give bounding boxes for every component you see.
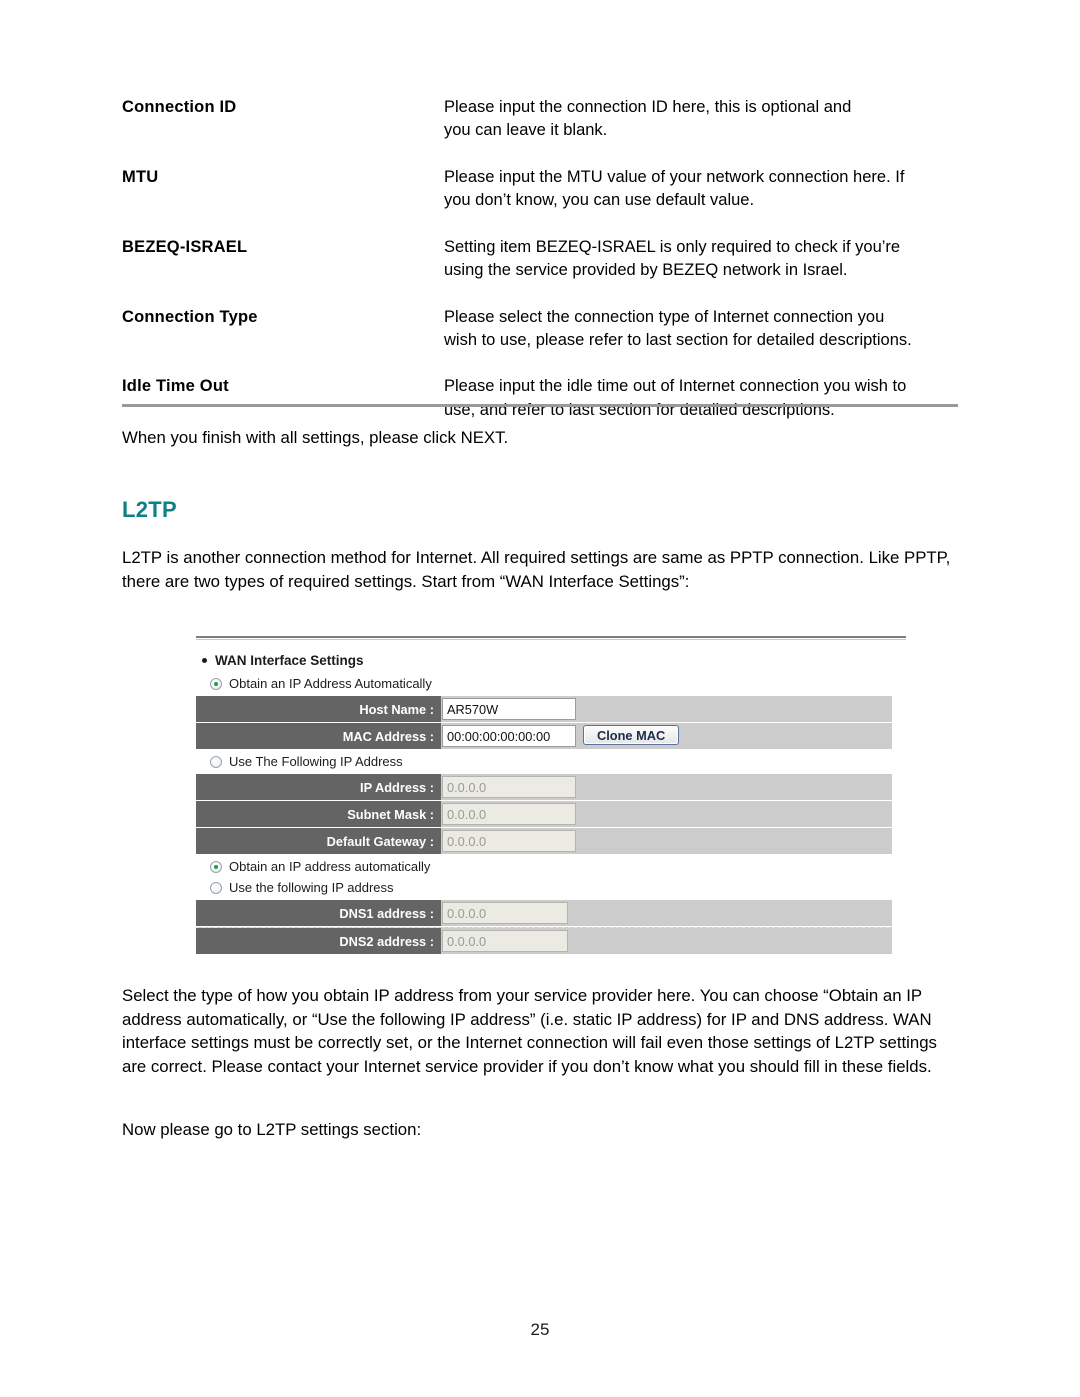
subnet-mask-label: Subnet Mask : [196, 801, 441, 827]
radio-label: Use The Following IP Address [229, 754, 403, 769]
definition-row: Idle Time Out Please input the idle time… [122, 375, 960, 422]
definition-term: Idle Time Out [122, 377, 229, 396]
definition-row: MTU Please input the MTU value of your n… [122, 166, 960, 213]
radio-unselected-icon[interactable] [210, 881, 222, 894]
mac-address-input[interactable]: 00:00:00:00:00:00 [442, 725, 576, 747]
ip-address-input[interactable]: 0.0.0.0 [442, 776, 576, 798]
radio-obtain-ip-automatically-lower[interactable]: Obtain an IP address automatically [210, 858, 908, 875]
host-name-label: Host Name : [196, 696, 441, 722]
definition-description: Please select the connection type of Int… [444, 307, 912, 349]
field-tail [576, 774, 892, 800]
field-row-host-name: Host Name : AR570W [196, 696, 892, 722]
document-page: Connection ID Please input the connectio… [0, 0, 1080, 1397]
field-tail [576, 828, 892, 854]
field-tail [679, 723, 892, 749]
field-row-subnet-mask: Subnet Mask : 0.0.0.0 [196, 801, 892, 827]
radio-obtain-ip-automatically-upper[interactable]: Obtain an IP Address Automatically [210, 675, 908, 692]
host-name-input[interactable]: AR570W [442, 698, 576, 720]
radio-label: Obtain an IP Address Automatically [229, 676, 432, 691]
definition-term: Connection ID [122, 98, 237, 116]
default-gateway-label: Default Gateway : [196, 828, 441, 854]
router-ui-screenshot: WAN Interface Settings Obtain an IP Addr… [196, 636, 908, 955]
field-tail [576, 801, 892, 827]
mac-address-label: MAC Address : [196, 723, 441, 749]
definition-term: Connection Type [122, 307, 258, 326]
dns2-address-label: DNS2 address : [196, 928, 441, 954]
page-number: 25 [530, 1320, 550, 1339]
radio-use-following-ip-lower[interactable]: Use the following IP address [210, 879, 908, 896]
radio-label: Use the following IP address [229, 880, 394, 895]
page-title: L2TP [122, 497, 177, 522]
dns2-address-input[interactable]: 0.0.0.0 [442, 930, 568, 952]
definition-description: Setting item BEZEQ-ISRAEL is only requir… [444, 237, 901, 280]
radio-selected-icon[interactable] [210, 860, 222, 873]
definition-description: Please input the idle time out of Intern… [444, 377, 907, 419]
definition-row: Connection ID Please input the connectio… [122, 96, 960, 143]
clone-mac-button[interactable]: Clone MAC [583, 725, 680, 745]
definition-term: BEZEQ-ISRAEL [122, 237, 248, 256]
field-tail [568, 928, 892, 954]
field-row-dns2-address: DNS2 address : 0.0.0.0 [196, 928, 892, 954]
radio-use-following-ip-upper[interactable]: Use The Following IP Address [210, 753, 908, 770]
definition-row: Connection Type Please select the connec… [122, 306, 960, 353]
definition-description: Please input the connection ID here, thi… [444, 98, 852, 140]
next-note-paragraph: When you finish with all settings, pleas… [122, 428, 509, 447]
select-type-paragraph: Select the type of how you obtain IP add… [122, 986, 937, 1076]
screenshot-top-rule-shadow [196, 639, 906, 640]
definition-term: MTU [122, 167, 159, 186]
field-row-ip-address: IP Address : 0.0.0.0 [196, 774, 892, 800]
radio-selected-icon[interactable] [210, 677, 222, 690]
bullet-icon [202, 658, 207, 663]
subnet-mask-input[interactable]: 0.0.0.0 [442, 803, 576, 825]
definition-table: Connection ID Please input the connectio… [122, 96, 960, 445]
screenshot-top-rule [196, 636, 906, 638]
wan-interface-settings-title: WAN Interface Settings [202, 653, 908, 668]
definition-description: Please input the MTU value of your netwo… [444, 167, 905, 210]
now-go-paragraph: Now please go to L2TP settings section: [122, 1120, 422, 1139]
field-row-dns1-address: DNS1 address : 0.0.0.0 [196, 900, 892, 926]
section-divider [122, 404, 958, 407]
definition-row: BEZEQ-ISRAEL Setting item BEZEQ-ISRAEL i… [122, 236, 960, 283]
radio-label: Obtain an IP address automatically [229, 859, 431, 874]
radio-unselected-icon[interactable] [210, 755, 222, 768]
wan-interface-settings-label: WAN Interface Settings [215, 653, 364, 668]
ip-address-label: IP Address : [196, 774, 441, 800]
section-intro-paragraph: L2TP is another connection method for In… [122, 548, 951, 591]
field-tail [576, 696, 892, 722]
dns1-address-label: DNS1 address : [196, 900, 441, 926]
field-row-mac-address: MAC Address : 00:00:00:00:00:00 Clone MA… [196, 723, 892, 749]
field-tail [568, 900, 892, 926]
dns1-address-input[interactable]: 0.0.0.0 [442, 902, 568, 924]
field-row-default-gateway: Default Gateway : 0.0.0.0 [196, 828, 892, 854]
default-gateway-input[interactable]: 0.0.0.0 [442, 830, 576, 852]
